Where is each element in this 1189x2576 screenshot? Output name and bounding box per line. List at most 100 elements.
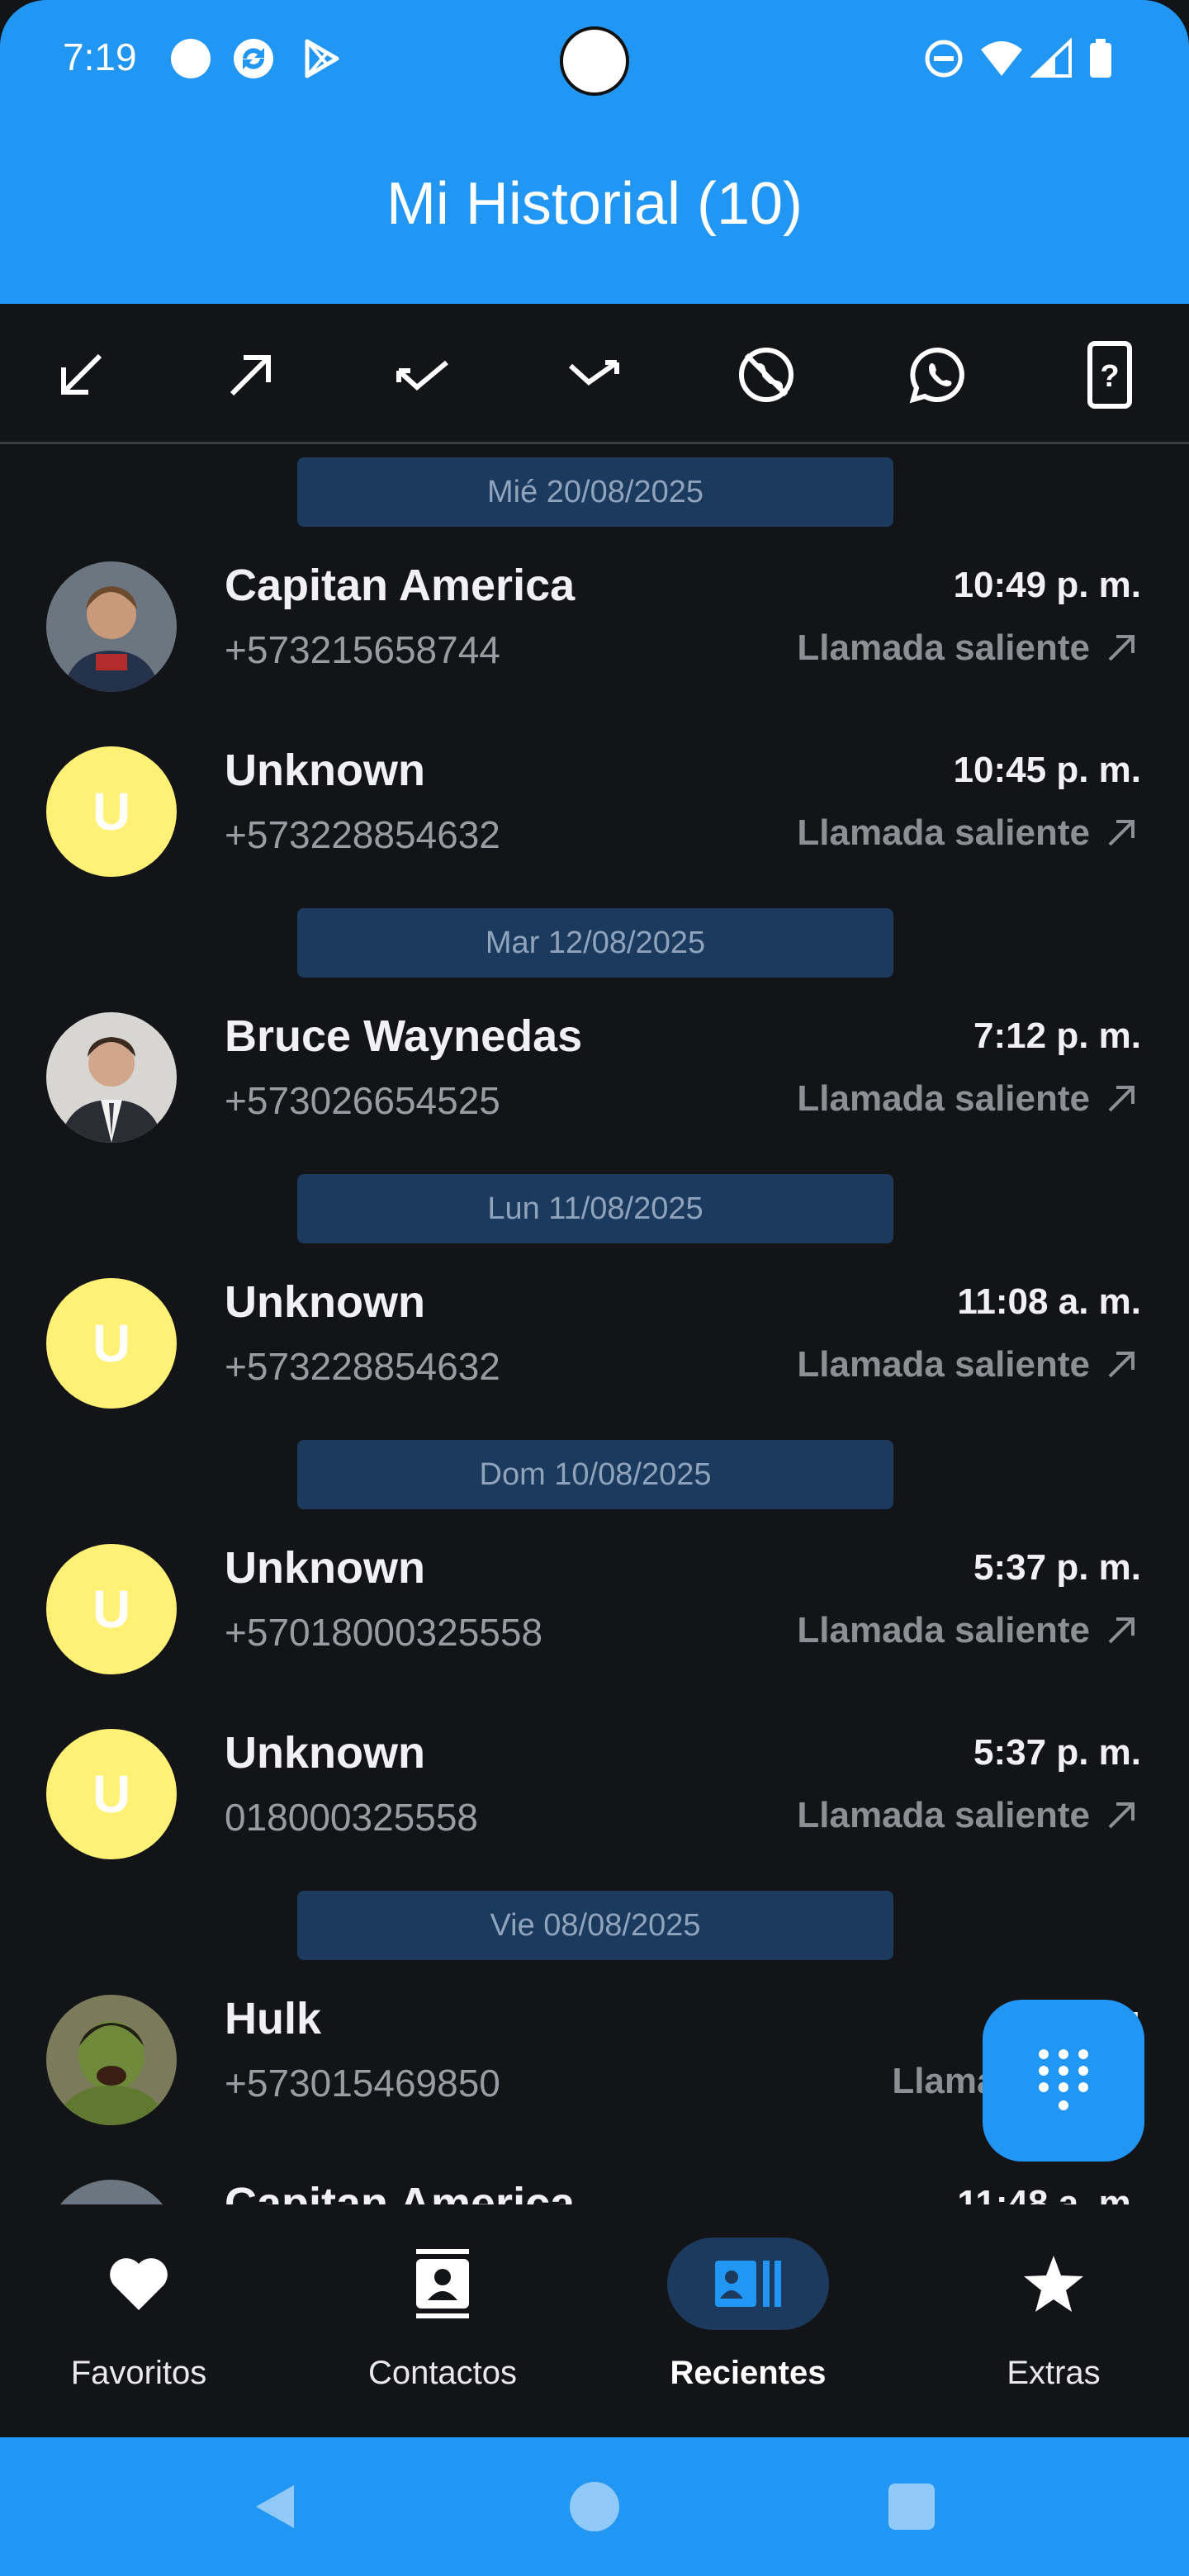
incoming-call-icon — [61, 353, 102, 395]
filter-incoming-button[interactable] — [41, 335, 121, 414]
call-row[interactable]: U Unknown +57018000325558 5:37 p. m. Lla… — [0, 1518, 1189, 1702]
call-time: 10:45 p. m. — [953, 750, 1141, 790]
call-time: 10:49 p. m. — [953, 565, 1141, 605]
home-icon[interactable] — [568, 2480, 621, 2533]
status-time: 7:19 — [63, 36, 137, 78]
outgoing-arrow-icon — [1108, 635, 1135, 661]
nav-icon-container — [667, 2237, 829, 2330]
call-time: 5:37 p. m. — [973, 1732, 1141, 1773]
call-type-label: Llamada saliente — [797, 1795, 1090, 1835]
avatar: U — [46, 746, 177, 877]
nav-label: Extras — [1007, 2355, 1101, 2391]
filter-unknown-button[interactable]: ? — [1070, 335, 1149, 414]
call-type: Llamada saliente — [797, 1344, 1138, 1385]
call-type: Llamada saliente — [797, 1795, 1138, 1836]
call-type-label: Llamada saliente — [797, 1610, 1090, 1650]
call-row[interactable]: Capitan America +573215658744 10:49 p. m… — [0, 535, 1189, 720]
recent-apps-icon[interactable] — [885, 2480, 938, 2533]
date-header: Mar 12/08/2025 — [297, 908, 893, 978]
contact-photo-icon — [46, 1995, 177, 2125]
signal-icon — [1030, 37, 1072, 78]
call-row[interactable]: U Unknown 018000325558 5:37 p. m. Llamad… — [0, 1702, 1189, 1887]
nav-label: Contactos — [367, 2355, 518, 2391]
date-header: Lun 11/08/2025 — [297, 1174, 893, 1243]
call-type: Llamada saliente — [797, 627, 1138, 669]
avatar — [46, 1995, 177, 2125]
filter-rejected-button[interactable] — [555, 335, 634, 414]
contact-name: Capitan America — [225, 2179, 576, 2204]
wifi-icon — [981, 41, 1022, 76]
bottom-navigation: Favoritos Contactos Recientes Extras — [0, 2204, 1189, 2437]
camera-cutout — [560, 26, 629, 96]
back-icon[interactable] — [249, 2480, 302, 2533]
dialpad-button[interactable] — [983, 2000, 1144, 2162]
outgoing-arrow-icon — [1108, 1352, 1135, 1378]
date-header: Vie 08/08/2025 — [297, 1891, 893, 1960]
dialpad-icon — [1039, 2049, 1088, 2110]
call-row[interactable]: Capitan America 11:48 a. m. — [0, 2153, 1189, 2204]
notification-dot-icon — [171, 39, 211, 78]
phone-number: +573228854632 — [225, 813, 500, 856]
unknown-number-icon: ? — [1087, 341, 1132, 409]
call-type-label: Llamada saliente — [797, 1078, 1090, 1119]
nav-favoritos[interactable]: Favoritos — [15, 2237, 263, 2419]
call-type-label: Llamada saliente — [797, 812, 1090, 853]
outgoing-arrow-icon — [1108, 1086, 1135, 1112]
filter-missed-button[interactable] — [383, 335, 462, 414]
play-store-icon — [305, 39, 339, 78]
date-header: Mié 20/08/2025 — [297, 457, 893, 527]
call-row[interactable]: U Unknown +573228854632 11:08 a. m. Llam… — [0, 1252, 1189, 1437]
star-icon — [1024, 2256, 1083, 2312]
nav-contactos[interactable]: Contactos — [319, 2237, 566, 2419]
phone-number: +573228854632 — [225, 1345, 500, 1388]
app-header: 7:19 Mi Historial (10) — [0, 0, 1189, 304]
filter-outgoing-button[interactable] — [211, 335, 291, 414]
phone-number: 018000325558 — [225, 1796, 478, 1839]
call-type-label: Llamada saliente — [797, 1344, 1090, 1385]
outgoing-arrow-icon — [1108, 1802, 1135, 1829]
phone-number: +573215658744 — [225, 628, 500, 671]
nav-label: Recientes — [670, 2355, 827, 2391]
contact-name: Unknown — [225, 1543, 425, 1593]
blocked-call-icon — [739, 348, 793, 402]
whatsapp-icon — [909, 347, 964, 404]
system-navigation-bar — [0, 2437, 1189, 2576]
call-row[interactable]: U Unknown +573228854632 10:45 p. m. Llam… — [0, 720, 1189, 905]
heart-icon — [110, 2258, 168, 2310]
battery-icon — [1090, 39, 1111, 78]
phone-number: +573026654525 — [225, 1079, 500, 1122]
svg-text:?: ? — [1100, 359, 1119, 394]
call-type-label: Llamada saliente — [797, 627, 1090, 668]
rejected-call-icon — [568, 360, 619, 386]
call-time: 5:37 p. m. — [973, 1547, 1141, 1588]
contact-photo-icon — [46, 2180, 177, 2204]
filter-blocked-button[interactable] — [727, 335, 806, 414]
nav-label: Favoritos — [70, 2355, 207, 2391]
avatar: U — [46, 1278, 177, 1409]
filter-whatsapp-button[interactable] — [898, 335, 978, 414]
phone-number: +57018000325558 — [225, 1611, 543, 1654]
call-filter-bar: ? — [0, 304, 1189, 444]
recents-icon — [715, 2261, 781, 2307]
nav-icon-container — [362, 2237, 523, 2330]
avatar: U — [46, 1729, 177, 1859]
sync-app-icon — [234, 39, 273, 78]
contact-photo-icon — [46, 1012, 177, 1143]
outgoing-arrow-icon — [1108, 1617, 1135, 1644]
nav-icon-container — [973, 2237, 1135, 2330]
nav-recientes[interactable]: Recientes — [624, 2237, 872, 2419]
page-title: Mi Historial (10) — [386, 171, 803, 237]
nav-extras[interactable]: Extras — [930, 2237, 1177, 2419]
contact-name: Unknown — [225, 1728, 425, 1778]
contact-name: Unknown — [225, 746, 425, 795]
contact-photo-icon — [46, 561, 177, 692]
avatar: U — [46, 1544, 177, 1674]
call-row[interactable]: Bruce Waynedas +573026654525 7:12 p. m. … — [0, 986, 1189, 1171]
call-type: Llamada saliente — [797, 1078, 1138, 1120]
call-time: 11:08 a. m. — [957, 1281, 1141, 1322]
avatar — [46, 2180, 177, 2204]
contact-name: Bruce Waynedas — [225, 1011, 583, 1061]
call-history-list[interactable]: Mié 20/08/2025 Capitan America +57321565… — [0, 446, 1189, 2204]
phone-number: +573015469850 — [225, 2062, 500, 2105]
date-header: Dom 10/08/2025 — [297, 1440, 893, 1509]
